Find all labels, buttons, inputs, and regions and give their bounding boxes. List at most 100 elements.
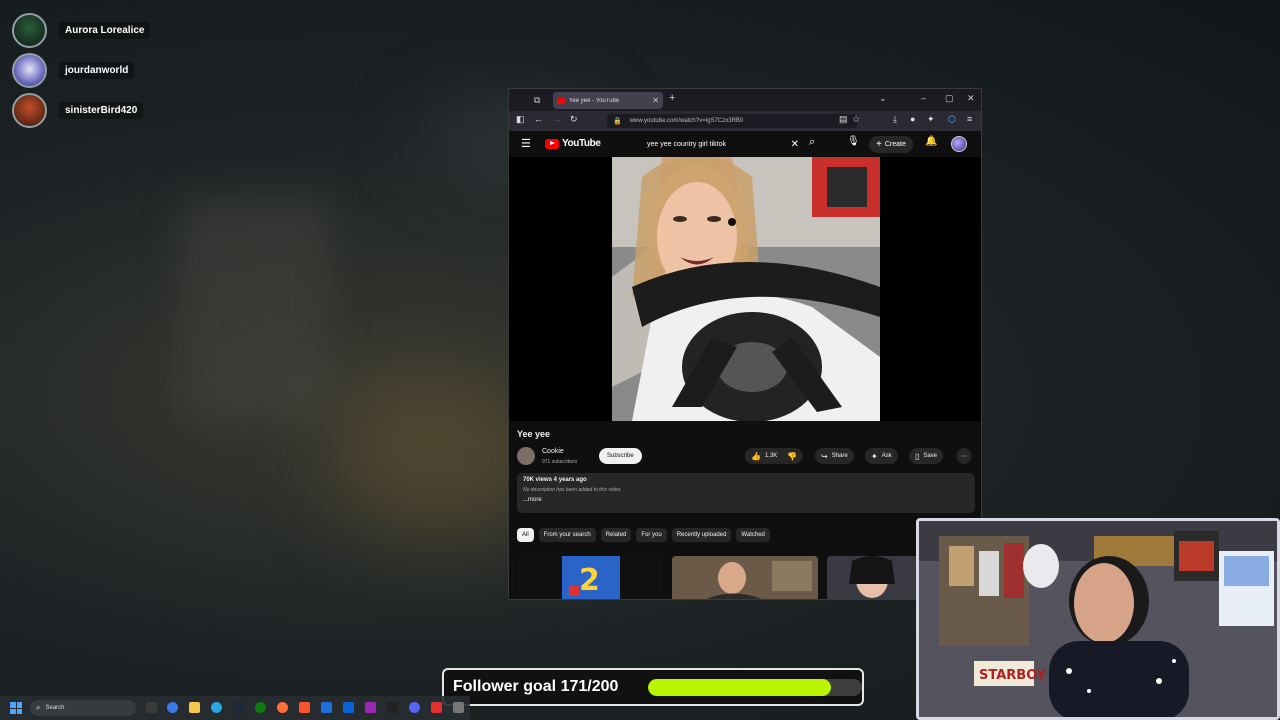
related-videos: 2 — [517, 556, 981, 599]
sparkle-icon: ✦ — [871, 451, 878, 461]
microphone-icon[interactable]: 🎙 — [847, 136, 860, 147]
related-video-thumbnail[interactable]: 2 — [517, 556, 663, 599]
voice-user: sinisterBird420 — [12, 92, 150, 128]
follower-goal-widget: Follower goal 171/200 — [442, 668, 864, 706]
edge-icon[interactable] — [211, 702, 222, 713]
bookmark-star-icon[interactable]: ☆ — [852, 114, 860, 125]
browser-navbar: ◧ ← → ↻ 🔒 www.youtube.com/watch?v=IgS7Cz… — [509, 111, 981, 131]
youtube-logo[interactable]: YouTube — [545, 138, 601, 149]
share-icon: ↪ — [821, 451, 828, 461]
xbox-icon[interactable] — [255, 702, 266, 713]
browser-titlebar: ⧉ Yee yee - YouTube ✕ + ⌄ – ▢ ✕ — [509, 89, 981, 111]
thumbnail-image: 2 — [562, 556, 620, 599]
forward-icon[interactable]: → — [552, 114, 561, 124]
account-icon[interactable]: ● — [910, 114, 915, 124]
chip-related[interactable]: Related — [600, 528, 632, 542]
notifications-bell-icon[interactable]: 🔔 — [925, 136, 937, 147]
create-label: Create — [884, 141, 906, 148]
svg-text:STARBOY: STARBOY — [979, 668, 1047, 683]
youtube-logo-text: YouTube — [562, 138, 601, 149]
lock-icon: 🔒 — [613, 118, 622, 125]
app-icon[interactable] — [453, 702, 464, 713]
channel-name[interactable]: Cookie — [542, 448, 564, 455]
task-view-icon[interactable] — [146, 702, 157, 713]
reload-icon[interactable]: ↻ — [570, 114, 578, 125]
share-button[interactable]: ↪ Share — [815, 448, 854, 464]
view-stats: 70K views 4 years ago — [523, 477, 587, 483]
search-icon[interactable]: ⌕ — [809, 136, 815, 149]
steam-icon[interactable] — [233, 702, 244, 713]
extensions-icon[interactable]: ✦ — [927, 114, 935, 125]
addon-icon[interactable]: ⬡ — [948, 114, 956, 125]
related-video-thumbnail[interactable] — [672, 556, 818, 599]
tab-list-icon[interactable]: ⧉ — [534, 95, 540, 106]
browser-tab[interactable]: Yee yee - YouTube ✕ — [553, 92, 663, 109]
app-icon[interactable] — [365, 702, 376, 713]
sidebar-icon[interactable]: ◧ — [516, 114, 525, 125]
reader-view-icon[interactable]: ▤ — [839, 114, 848, 125]
chevron-down-icon[interactable]: ⌄ — [879, 93, 887, 104]
file-explorer-icon[interactable] — [189, 702, 200, 713]
maximize-icon[interactable]: ▢ — [945, 93, 954, 104]
follower-goal-progress-fill — [648, 679, 831, 696]
avatar[interactable] — [951, 136, 967, 152]
youtube-header: ☰ YouTube yee yee country girl tiktok ✕ … — [509, 131, 981, 157]
search-input[interactable]: yee yee country girl tiktok — [639, 141, 791, 148]
chip-recently-uploaded[interactable]: Recently uploaded — [671, 528, 732, 542]
close-window-icon[interactable]: ✕ — [967, 93, 975, 104]
back-icon[interactable]: ← — [534, 114, 543, 124]
minimize-icon[interactable]: – — [921, 93, 926, 103]
windows-start-icon[interactable] — [10, 702, 22, 714]
ask-label: Ask — [881, 453, 892, 459]
chip-from-your-search[interactable]: From your search — [538, 528, 596, 542]
address-bar[interactable]: 🔒 www.youtube.com/watch?v=IgS7Czx3RB0 — [607, 114, 857, 128]
channel-avatar[interactable] — [517, 447, 535, 465]
create-button[interactable]: + Create — [869, 136, 913, 153]
chip-all[interactable]: All — [517, 528, 534, 542]
brave-icon[interactable] — [299, 702, 310, 713]
url-text: www.youtube.com/watch?v=IgS7Czx3RB0 — [629, 118, 744, 124]
close-tab-icon[interactable]: ✕ — [652, 96, 659, 105]
thumbs-down-icon[interactable]: 👎 — [787, 452, 797, 461]
menu-icon[interactable]: ≡ — [967, 114, 972, 124]
video-player[interactable] — [509, 157, 981, 421]
app-icon[interactable] — [431, 702, 442, 713]
taskbar-search-label: Search — [45, 705, 65, 711]
video-frame[interactable] — [612, 157, 880, 421]
save-button[interactable]: ▯ Save — [909, 448, 944, 464]
clear-search-icon[interactable]: ✕ — [791, 139, 799, 150]
youtube-favicon-icon — [557, 97, 565, 104]
voice-user-name: sinisterBird420 — [59, 101, 144, 119]
thumbnail-image — [672, 556, 818, 599]
more-actions-button[interactable]: ⋯ — [957, 448, 971, 464]
browser-window: ⧉ Yee yee - YouTube ✕ + ⌄ – ▢ ✕ ◧ ← → ↻ … — [508, 88, 982, 600]
download-icon[interactable]: ⤓ — [893, 114, 897, 125]
save-label: Save — [923, 453, 938, 459]
more-link[interactable]: ...more — [523, 497, 969, 503]
chip-for-you[interactable]: For you — [636, 528, 667, 542]
voice-user-name: jourdanworld — [59, 61, 135, 79]
app-icon[interactable] — [321, 702, 332, 713]
search-box[interactable]: yee yee country girl tiktok ✕ — [639, 136, 803, 153]
taskbar-search[interactable]: ⌕ Search — [30, 700, 136, 716]
chip-watched[interactable]: Watched — [736, 528, 770, 542]
voice-user: Aurora Lorealice — [12, 12, 151, 48]
like-button[interactable]: 👍 1.3K 👎 — [745, 448, 804, 464]
avatar — [12, 92, 47, 128]
voice-user: jourdanworld — [12, 52, 150, 88]
description-box[interactable]: 70K views 4 years ago No description has… — [517, 473, 975, 513]
chrome-icon[interactable] — [167, 702, 178, 713]
video-title: Yee yee — [517, 429, 551, 439]
new-tab-icon[interactable]: + — [669, 92, 675, 104]
terminal-icon[interactable] — [387, 702, 398, 713]
ask-button[interactable]: ✦ Ask — [865, 448, 898, 464]
video-frame-image — [612, 157, 880, 421]
taskbar: ⌕ Search — [0, 696, 470, 720]
hamburger-menu-icon[interactable]: ☰ — [521, 137, 531, 150]
subscribe-button[interactable]: Subscribe — [599, 448, 642, 464]
youtube-logo-icon — [545, 138, 559, 149]
discord-icon[interactable] — [409, 702, 420, 713]
firefox-icon[interactable] — [277, 702, 288, 713]
app-icon[interactable] — [343, 702, 354, 713]
webcam-image: STARBOY — [919, 521, 1277, 717]
